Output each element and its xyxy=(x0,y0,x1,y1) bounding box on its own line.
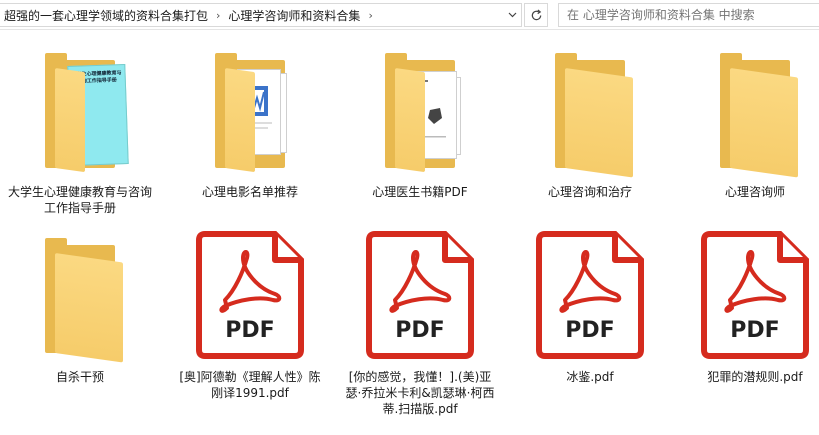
item-label: 自杀干预 xyxy=(55,370,104,384)
folder-icon xyxy=(535,45,645,180)
breadcrumb-current[interactable]: 心理学咨询师和资料合集 xyxy=(223,7,365,24)
pdf-badge: PDF xyxy=(395,318,445,343)
folder-item[interactable]: 大学生心理健康教育与咨询工作指导手册 大学生心理健康教育与咨询工作指导手册 xyxy=(0,45,160,216)
folder-icon xyxy=(700,45,810,180)
folder-icon xyxy=(195,45,305,180)
chevron-right-icon[interactable]: › xyxy=(365,9,375,22)
folder-item[interactable]: 自杀干预 xyxy=(0,230,160,385)
folder-item[interactable]: 心理电影名单推荐 xyxy=(170,45,330,200)
folder-item[interactable]: 心理医生书籍PDF xyxy=(340,45,500,200)
search-box[interactable] xyxy=(558,3,819,27)
item-label: 犯罪的潜规则.pdf xyxy=(707,370,803,384)
pdf-file-item[interactable]: PDF 犯罪的潜规则.pdf xyxy=(675,230,819,385)
item-label: [你的感觉，我懂！].(美)亚瑟·乔拉米卡利&凯瑟琳·柯西蒂.扫描版.pdf xyxy=(345,370,495,416)
folder-icon: 大学生心理健康教育与咨询工作指导手册 xyxy=(25,45,135,180)
pdf-badge: PDF xyxy=(565,318,615,343)
item-label: 大学生心理健康教育与咨询工作指导手册 xyxy=(7,185,152,215)
folder-item[interactable]: 心理咨询和治疗 xyxy=(510,45,670,200)
chevron-right-icon[interactable]: › xyxy=(213,9,223,22)
item-label: [奥]阿德勒《理解人性》陈刚译1991.pdf xyxy=(179,370,321,400)
item-label: 心理咨询师 xyxy=(724,185,785,199)
folder-item[interactable]: 心理咨询师 xyxy=(675,45,819,200)
folder-icon xyxy=(365,45,475,180)
item-label: 心理咨询和治疗 xyxy=(547,185,632,199)
search-input[interactable] xyxy=(567,8,819,22)
pdf-file-item[interactable]: PDF [奥]阿德勒《理解人性》陈刚译1991.pdf xyxy=(170,230,330,401)
item-label: 冰鉴.pdf xyxy=(566,370,614,384)
pdf-badge: PDF xyxy=(225,318,275,343)
pdf-icon: PDF xyxy=(365,230,475,365)
address-bar[interactable]: 超强的一套心理学领域的资料合集打包 › 心理学咨询师和资料合集 › xyxy=(0,3,522,27)
pdf-badge: PDF xyxy=(730,318,780,343)
breadcrumb-root[interactable]: 超强的一套心理学领域的资料合集打包 xyxy=(0,7,213,24)
item-label: 心理电影名单推荐 xyxy=(201,185,298,199)
pdf-file-item[interactable]: PDF 冰鉴.pdf xyxy=(510,230,670,385)
item-label: 心理医生书籍PDF xyxy=(372,185,468,199)
pdf-file-item[interactable]: PDF [你的感觉，我懂！].(美)亚瑟·乔拉米卡利&凯瑟琳·柯西蒂.扫描版.p… xyxy=(340,230,500,417)
folder-icon xyxy=(25,230,135,365)
refresh-icon xyxy=(531,8,541,20)
chevron-down-icon[interactable] xyxy=(503,4,521,26)
navigation-bar: 超强的一套心理学领域的资料合集打包 › 心理学咨询师和资料合集 › xyxy=(0,0,819,30)
refresh-button[interactable] xyxy=(524,3,548,27)
pdf-icon: PDF xyxy=(535,230,645,365)
pdf-icon: PDF xyxy=(700,230,810,365)
pdf-icon: PDF xyxy=(195,230,305,365)
